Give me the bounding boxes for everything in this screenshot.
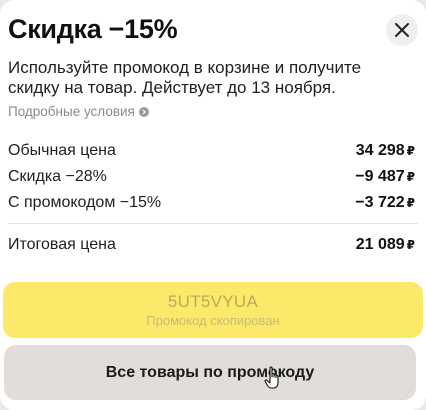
price-row-total: Итоговая цена 21 089 ₽ — [8, 236, 415, 254]
promo-copied-status: Промокод скопирован — [146, 313, 280, 328]
close-icon — [395, 23, 409, 37]
chevron-right-icon — [138, 106, 149, 117]
popup-title: Скидка −15% — [8, 14, 178, 44]
price-row-regular: Обычная цена 34 298 ₽ — [8, 142, 415, 160]
price-row-label: Скидка −28% — [8, 168, 107, 185]
total-value: 21 089 ₽ — [355, 236, 415, 253]
conditions-link[interactable]: Подробные условия — [8, 104, 149, 119]
total-label: Итоговая цена — [8, 236, 116, 253]
price-row-discount: Скидка −28% −9 487 ₽ — [8, 168, 415, 186]
close-button[interactable] — [386, 14, 418, 46]
promo-code: 5UT5VYUA — [167, 292, 259, 311]
promo-popup: Скидка −15% Используйте промокод в корзи… — [0, 0, 426, 410]
price-row-promocode: С промокодом −15% −3 722 ₽ — [8, 194, 415, 212]
price-row-value: −3 722 ₽ — [355, 194, 415, 211]
price-row-value: 34 298 ₽ — [355, 142, 415, 159]
promo-code-button[interactable]: 5UT5VYUA Промокод скопирован — [3, 282, 423, 338]
price-row-label: Обычная цена — [8, 142, 116, 159]
promo-description: Используйте промокод в корзине и получит… — [8, 58, 362, 97]
price-row-value: −9 487 ₽ — [355, 168, 415, 185]
price-row-label: С промокодом −15% — [8, 194, 162, 211]
conditions-link-label: Подробные условия — [8, 104, 135, 119]
divider — [8, 223, 418, 224]
all-products-button[interactable]: Все товары по промокоду — [4, 345, 416, 400]
